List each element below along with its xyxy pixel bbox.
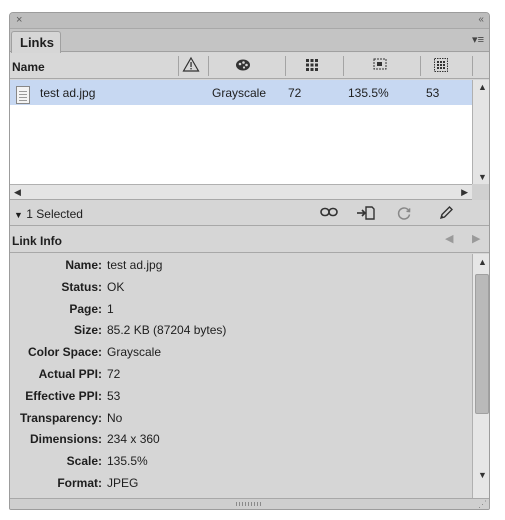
links-list: test ad.jpg Grayscale 72 135.5% 53: [10, 80, 472, 184]
info-row: Dimensions: 234 x 360: [10, 432, 472, 454]
update-link-icon[interactable]: [396, 205, 412, 224]
edit-original-icon[interactable]: [438, 205, 454, 224]
selection-count: 1 Selected: [26, 207, 83, 221]
info-label: Format:: [57, 476, 102, 490]
link-info-title: Link Info: [12, 234, 62, 248]
tab-bar: Links ▾≡: [10, 29, 489, 53]
scroll-down-icon[interactable]: ▼: [478, 172, 487, 182]
next-link-icon[interactable]: ▶: [472, 232, 480, 245]
info-label: Color Space:: [27, 345, 102, 360]
link-info-header: Link Info ◀ ▶: [10, 227, 489, 253]
info-row: Scale: 135.5%: [10, 454, 472, 476]
resize-corner-icon[interactable]: ⋰: [478, 499, 487, 509]
info-row: Actual PPI: 72: [10, 367, 472, 389]
tab-links[interactable]: Links: [11, 31, 61, 53]
info-value: OK: [107, 279, 125, 294]
info-row: Status: OK: [10, 280, 472, 302]
scroll-up-icon[interactable]: ▲: [478, 257, 487, 267]
info-row: Page: 1: [10, 302, 472, 324]
column-divider[interactable]: [343, 56, 344, 76]
info-label: Name:: [65, 258, 102, 272]
info-row: Size: 85.2 KB (87204 bytes): [10, 323, 472, 345]
column-name[interactable]: Name: [12, 60, 45, 74]
panel-menu-icon[interactable]: ▾≡: [472, 33, 484, 46]
warning-icon[interactable]: [182, 56, 200, 76]
column-divider[interactable]: [208, 56, 209, 76]
column-divider[interactable]: [285, 56, 286, 76]
panel-bottom-bar: ⋰: [10, 498, 489, 509]
info-row: Format: JPEG: [10, 476, 472, 498]
collapse-icon[interactable]: ‹‹: [478, 14, 484, 25]
resize-grip[interactable]: [236, 502, 262, 506]
effective-ppi-icon[interactable]: [434, 58, 448, 75]
link-scale: 135.5%: [348, 86, 389, 100]
info-value: 135.5%: [107, 454, 148, 469]
link-effective-ppi: 53: [426, 86, 440, 100]
info-label: Scale:: [66, 454, 102, 469]
info-value: No: [107, 410, 123, 425]
panel-title-bar: × ‹‹: [10, 13, 489, 29]
actual-ppi-icon[interactable]: [305, 58, 319, 75]
relink-icon[interactable]: [320, 205, 338, 222]
info-label: Size:: [73, 323, 102, 338]
info-row: Color Space: Grayscale: [10, 345, 472, 367]
info-value: test ad.jpg: [107, 258, 163, 272]
scroll-corner: [472, 184, 489, 200]
selection-toggle[interactable]: ▼ 1 Selected: [14, 207, 83, 221]
links-status-bar: ▼ 1 Selected: [10, 201, 489, 226]
scroll-thumb[interactable]: [475, 274, 489, 414]
column-header: Name: [10, 53, 489, 79]
info-label: Status:: [61, 279, 102, 294]
link-actual-ppi: 72: [288, 86, 302, 100]
column-divider[interactable]: [472, 56, 473, 76]
links-horizontal-scrollbar[interactable]: ◀ ▶: [10, 184, 472, 200]
column-divider[interactable]: [178, 56, 179, 76]
link-name: test ad.jpg: [40, 86, 96, 100]
scroll-down-icon[interactable]: ▼: [478, 470, 487, 480]
info-label: Dimensions:: [29, 432, 102, 447]
info-value: 234 x 360: [107, 432, 160, 447]
info-label: Effective PPI:: [25, 388, 102, 403]
table-row[interactable]: test ad.jpg Grayscale 72 135.5% 53: [10, 80, 472, 105]
go-to-link-icon[interactable]: [356, 205, 376, 224]
close-icon[interactable]: ×: [16, 14, 22, 26]
info-value: 85.2 KB (87204 bytes): [107, 323, 227, 338]
info-value: JPEG: [107, 476, 139, 490]
column-divider[interactable]: [420, 56, 421, 76]
scale-icon[interactable]: [373, 58, 388, 75]
scroll-left-icon[interactable]: ◀: [14, 187, 21, 198]
info-label: Transparency:: [19, 410, 102, 425]
info-row: Transparency: No: [10, 411, 472, 433]
color-space-icon[interactable]: [235, 57, 251, 76]
info-value: 1: [107, 301, 114, 316]
info-value: 53: [107, 388, 121, 403]
info-label: Page:: [69, 301, 102, 316]
info-value: 72: [107, 367, 121, 381]
links-panel: × ‹‹ Links ▾≡ Name test ad.jpg Grayscale…: [9, 12, 490, 510]
info-row: Name: test ad.jpg: [10, 258, 472, 280]
previous-link-icon[interactable]: ◀: [445, 232, 453, 245]
scroll-up-icon[interactable]: ▲: [478, 82, 487, 92]
links-vertical-scrollbar[interactable]: ▲ ▼: [472, 80, 489, 184]
link-info-vertical-scrollbar[interactable]: ▲ ▼: [472, 254, 489, 498]
info-value: Grayscale: [107, 345, 162, 360]
link-color-space: Grayscale: [212, 86, 267, 100]
info-label: Actual PPI:: [38, 367, 102, 381]
file-icon: [16, 86, 30, 104]
info-row: Effective PPI: 53: [10, 389, 472, 411]
triangle-down-icon[interactable]: ▼: [14, 210, 23, 220]
link-info-details: Name: test ad.jpg Status: OK Page: 1 Size: 85.2…: [10, 254, 472, 498]
scroll-right-icon[interactable]: ▶: [461, 187, 468, 198]
